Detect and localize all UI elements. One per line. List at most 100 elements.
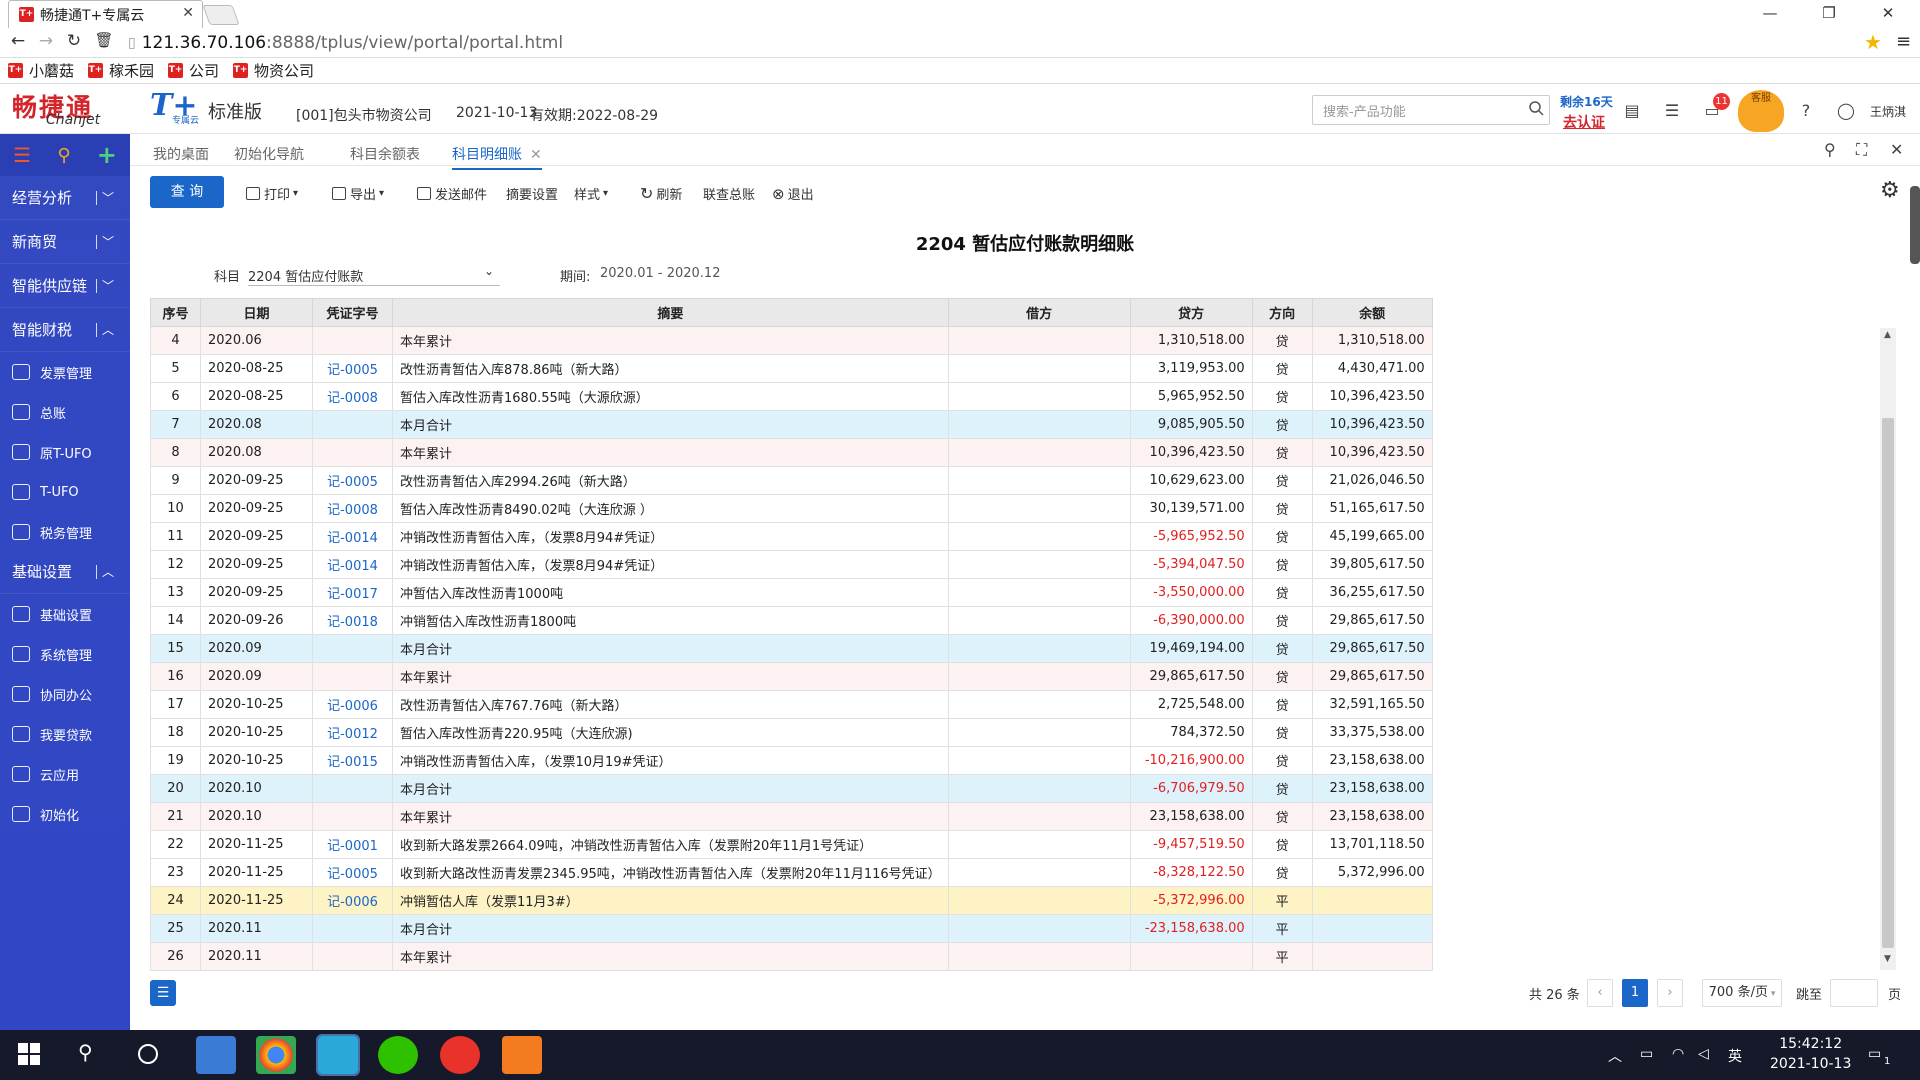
page-size-select[interactable]: 700 条/页 ▾ <box>1702 979 1782 1007</box>
table-row[interactable]: 4 2020.06 本年累计 1,310,518.00 贷 1,310,518.00 <box>150 326 1433 355</box>
cell-voucher[interactable]: 记-0018 <box>312 606 393 635</box>
jump-page-input[interactable] <box>1830 979 1878 1007</box>
col-header-debit[interactable]: 借方 <box>947 298 1131 327</box>
user-icon[interactable]: ◯ <box>1836 101 1856 121</box>
sidebar-group-supply[interactable]: 智能供应链 ﹀ <box>0 264 130 308</box>
col-header-direction[interactable]: 方向 <box>1251 298 1313 327</box>
sidebar-group-base[interactable]: 基础设置 ︿ <box>0 550 130 594</box>
cell-voucher[interactable]: 记-0006 <box>312 886 393 915</box>
col-header-no[interactable]: 序号 <box>150 298 201 327</box>
taskbar-app-chrome-icon[interactable] <box>256 1036 296 1074</box>
table-row[interactable]: 14 2020-09-26 记-0018 冲销暂估入库改性沥青1800吨 -6,390,… <box>150 606 1433 635</box>
table-row[interactable]: 7 2020.08 本月合计 9,085,905.50 贷 10,396,423.50 <box>150 410 1433 439</box>
cell-voucher[interactable]: 记-0012 <box>312 718 393 747</box>
cortana-icon[interactable] <box>138 1044 158 1064</box>
close-tab-icon[interactable]: ✕ <box>182 5 194 21</box>
cell-voucher[interactable]: 记-0015 <box>312 746 393 775</box>
table-row[interactable]: 15 2020.09 本月合计 19,469,194.00 贷 29,865,617.50 <box>150 634 1433 663</box>
table-row[interactable]: 17 2020-10-25 记-0006 改性沥青暂估入库767.76吨（新大路） 2,… <box>150 690 1433 719</box>
table-row[interactable]: 21 2020.10 本年累计 23,158,638.00 贷 23,158,638.00 <box>150 802 1433 831</box>
bookmark-star-icon[interactable]: ★ <box>1864 30 1882 54</box>
gear-icon[interactable]: ⚙ <box>1880 178 1900 203</box>
cell-voucher[interactable]: 记-0014 <box>312 550 393 579</box>
tab-search-icon[interactable]: ⚲ <box>1824 140 1836 159</box>
table-row[interactable]: 22 2020-11-25 记-0001 收到新大路发票2664.09吨，冲销改性沥青… <box>150 830 1433 859</box>
restore-icon[interactable]: ❐ <box>1814 4 1844 22</box>
bookmark-item[interactable]: T+ 公司 <box>168 60 219 81</box>
exit-button[interactable]: ⊗ 退出 <box>772 184 814 204</box>
cell-voucher[interactable]: 记-0001 <box>312 830 393 859</box>
table-row[interactable]: 18 2020-10-25 记-0012 暂估入库改性沥青220.95吨（大连欣源) 7… <box>150 718 1433 747</box>
trash-icon[interactable]: 🗑 <box>92 31 116 49</box>
sidebar-group-finance[interactable]: 智能财税 ︿ <box>0 308 130 352</box>
close-tab-icon[interactable]: ✕ <box>530 147 542 163</box>
ime-indicator[interactable]: 英 <box>1728 1046 1742 1066</box>
notification-icon[interactable]: ▭ <box>1868 1046 1881 1062</box>
sidebar-item-loan[interactable]: 我要贷款 <box>0 714 130 754</box>
cell-voucher[interactable]: 记-0008 <box>312 382 393 411</box>
username[interactable]: 王炳淇 <box>1870 103 1906 120</box>
query-button[interactable]: 查 询 <box>150 176 224 208</box>
sidebar-search-icon[interactable]: ⚲ <box>57 145 70 166</box>
print-button[interactable]: 打印 ▾ <box>246 184 298 203</box>
bookmark-item[interactable]: T+ 物资公司 <box>233 60 314 81</box>
summary-settings-button[interactable]: 摘要设置 <box>506 184 558 203</box>
send-email-button[interactable]: 发送邮件 <box>417 184 487 203</box>
table-row[interactable]: 12 2020-09-25 记-0014 冲销改性沥青暂估入库，（发票8月94#凭证）… <box>150 550 1433 579</box>
close-window-icon[interactable]: ✕ <box>1873 4 1903 22</box>
sidebar-item-tufo[interactable]: T-UFO <box>0 472 130 512</box>
battery-icon[interactable]: ▭ <box>1640 1046 1653 1062</box>
taskbar-app-computer-icon[interactable] <box>196 1036 236 1074</box>
next-page-button[interactable]: › <box>1657 979 1683 1007</box>
taskbar-search-icon[interactable]: ⚲ <box>78 1040 93 1064</box>
col-header-voucher[interactable]: 凭证字号 <box>312 298 393 327</box>
cell-voucher[interactable]: 记-0014 <box>312 522 393 551</box>
taskbar-app-orange-icon[interactable] <box>502 1036 542 1074</box>
fullscreen-icon[interactable]: ⛶ <box>1856 140 1867 160</box>
close-all-icon[interactable]: ✕ <box>1890 140 1903 159</box>
tab-detail-ledger[interactable]: 科目明细账 ✕ <box>452 144 542 170</box>
link-ledger-button[interactable]: 联查总账 <box>703 184 755 203</box>
table-row[interactable]: 10 2020-09-25 记-0008 暂估入库改性沥青8490.02吨（大连欣源 … <box>150 494 1433 523</box>
page-1-button[interactable]: 1 <box>1622 979 1648 1007</box>
sidebar-item-old-tufo[interactable]: 原T-UFO <box>0 432 130 472</box>
table-row[interactable]: 16 2020.09 本年累计 29,865,617.50 贷 29,865,617.50 <box>150 662 1433 691</box>
sidebar-item-cloud[interactable]: 云应用 <box>0 754 130 794</box>
refresh-button[interactable]: ↻ 刷新 <box>640 184 682 203</box>
task-list-icon[interactable]: ☰ <box>1662 101 1682 121</box>
table-row[interactable]: 20 2020.10 本月合计 -6,706,979.50 贷 23,158,638.00 <box>150 774 1433 803</box>
taskbar-app-red-icon[interactable] <box>440 1036 480 1074</box>
table-row[interactable]: 23 2020-11-25 记-0005 收到新大路改性沥青发票2345.95吨，冲销… <box>150 858 1433 887</box>
scroll-up-icon[interactable]: ▲ <box>1884 330 1891 340</box>
taskbar-app-wechat-icon[interactable] <box>378 1036 418 1074</box>
tab-init-nav[interactable]: 初始化导航 <box>234 144 304 164</box>
col-header-balance[interactable]: 余额 <box>1311 298 1433 327</box>
calculator-icon[interactable]: ▤ <box>1622 101 1642 121</box>
col-header-summary[interactable]: 摘要 <box>392 298 949 327</box>
table-row[interactable]: 25 2020.11 本月合计 -23,158,638.00 平 <box>150 914 1433 943</box>
style-button[interactable]: 样式 ▾ <box>574 184 608 203</box>
reload-icon[interactable]: ↻ <box>62 31 86 51</box>
wifi-icon[interactable]: ◠ <box>1672 1046 1684 1062</box>
cell-voucher[interactable]: 记-0008 <box>312 494 393 523</box>
taskbar-clock[interactable]: 15:42:12 2021-10-13 <box>1770 1034 1851 1074</box>
tab-balance[interactable]: 科目余额表 <box>350 144 420 164</box>
bookmark-item[interactable]: T+ 稼禾园 <box>88 60 154 81</box>
cell-voucher[interactable]: 记-0017 <box>312 578 393 607</box>
table-row[interactable]: 19 2020-10-25 记-0015 冲销改性沥青暂估入库，（发票10月19#凭证… <box>150 746 1433 775</box>
company-name[interactable]: [001]包头市物资公司 <box>296 105 432 125</box>
prev-page-button[interactable]: ‹ <box>1587 979 1613 1007</box>
col-header-credit[interactable]: 贷方 <box>1129 298 1253 327</box>
cell-voucher[interactable]: 记-0006 <box>312 690 393 719</box>
bookmark-item[interactable]: T+ 小蘑菇 <box>8 60 74 81</box>
customer-service-mascot-icon[interactable]: 客服 <box>1738 90 1784 132</box>
table-row[interactable]: 11 2020-09-25 记-0014 冲销改性沥青暂估入库，（发票8月94#凭证）… <box>150 522 1433 551</box>
tab-desktop[interactable]: 我的桌面 <box>153 144 209 164</box>
sidebar-group-analysis[interactable]: 经营分析 ﹀ <box>0 176 130 220</box>
sidebar-item-office[interactable]: 协同办公 <box>0 674 130 714</box>
sidebar-item-base-settings[interactable]: 基础设置 <box>0 594 130 634</box>
minimize-icon[interactable]: — <box>1755 4 1785 22</box>
table-row[interactable]: 6 2020-08-25 记-0008 暂估入库改性沥青1680.55吨（大源欣源） 5… <box>150 382 1433 411</box>
sidebar-group-trade[interactable]: 新商贸 ﹀ <box>0 220 130 264</box>
sidebar-item-invoice[interactable]: 发票管理 <box>0 352 130 392</box>
